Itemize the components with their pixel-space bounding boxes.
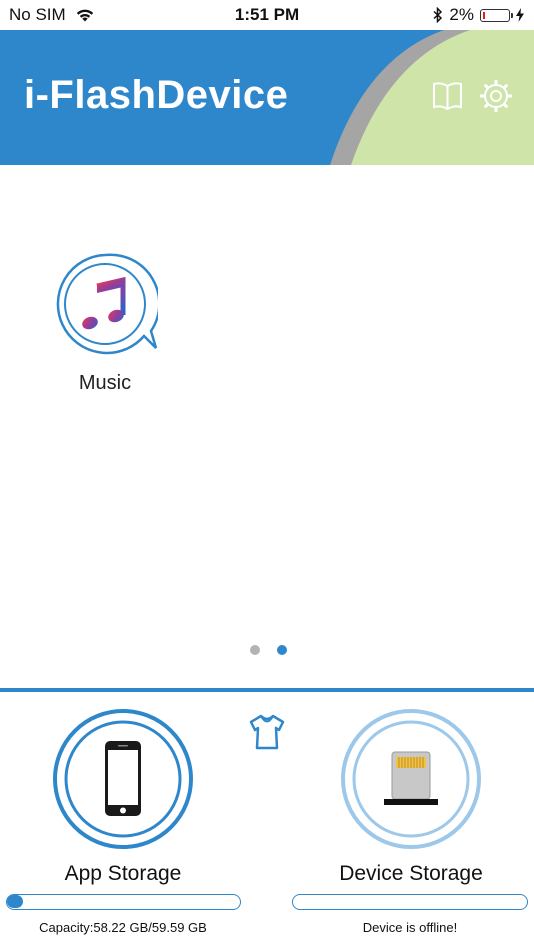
battery-icon [480,8,513,22]
book-icon[interactable] [432,80,463,112]
app-storage-label: App Storage [64,862,182,885]
app-storage-capacity: Capacity:58.22 GB/59.59 GB [39,920,207,935]
app-storage-progress-fill [7,895,23,908]
lightning-connector-icon [384,751,438,805]
device-storage-label: Device Storage [339,862,483,885]
music-note-icon [56,253,161,355]
settings-gear-icon[interactable] [478,78,514,114]
phone-icon [105,741,141,816]
app-title: i-FlashDevice [24,73,289,117]
device-storage-progress [292,894,528,910]
app-storage-button[interactable] [52,708,194,850]
page-dot-2-active[interactable] [277,645,287,655]
charging-bolt-icon [516,8,524,22]
device-storage-status: Device is offline! [362,920,458,935]
shirt-icon[interactable] [248,713,286,751]
status-right: 2% [433,5,524,25]
page-dot-1[interactable] [250,645,260,655]
app-header: i-FlashDevice [0,30,534,165]
app-storage-progress [6,894,241,910]
bluetooth-icon [433,7,443,23]
bottom-divider [0,688,534,692]
battery-percent: 2% [449,5,474,24]
device-storage-button[interactable] [340,708,482,850]
page-indicator[interactable] [250,645,287,655]
app-tile-music[interactable] [52,252,161,361]
app-tile-music-label: Music [78,372,132,394]
status-bar: No SIM 1:51 PM 2% [0,0,534,30]
